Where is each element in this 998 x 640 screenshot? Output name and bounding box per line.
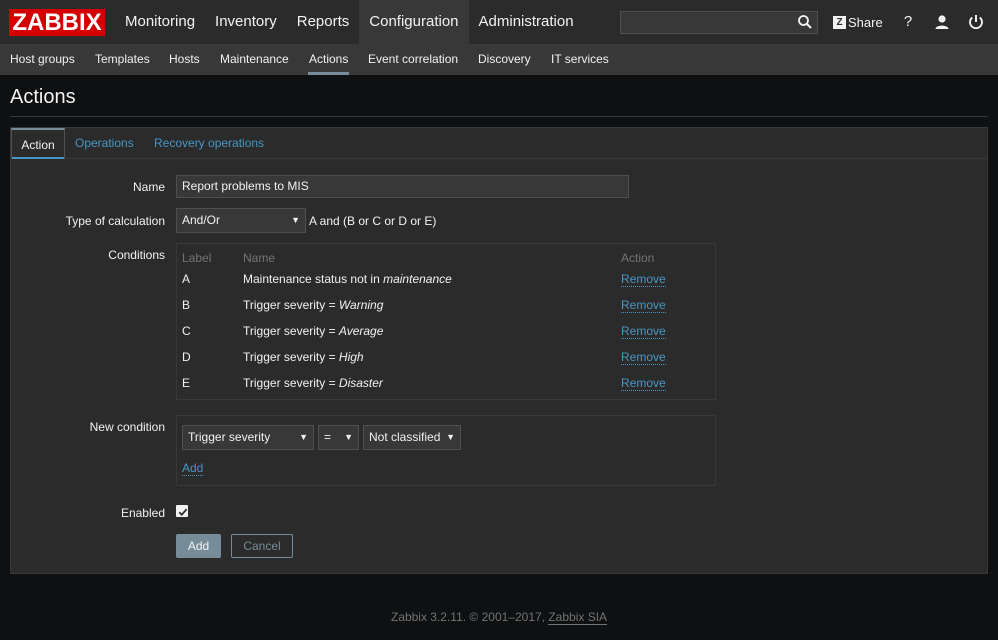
calculation-type-select[interactable]: And/Or ▼ — [176, 208, 306, 233]
submenu-maintenance[interactable]: Maintenance — [220, 44, 289, 75]
conditions-header-action: Action — [621, 251, 655, 265]
new-condition-value-select[interactable]: Not classified ▼ — [363, 425, 461, 450]
calculation-type-value: And/Or — [182, 213, 221, 227]
new-condition-operator-value: = — [324, 430, 332, 444]
menu-configuration[interactable]: Configuration — [359, 0, 469, 44]
remove-condition-link[interactable]: Remove — [621, 376, 666, 391]
new-condition-box: Trigger severity ▼ = ▼ Not classified ▼ … — [176, 415, 716, 486]
submenu-it-services[interactable]: IT services — [551, 44, 609, 75]
tab-operations[interactable]: Operations — [75, 128, 134, 159]
conditions-label: Conditions — [108, 248, 165, 262]
share-icon: Z — [833, 15, 846, 29]
page-footer: Zabbix 3.2.11. © 2001–2017, Zabbix SIA — [0, 610, 998, 625]
remove-condition-link[interactable]: Remove — [621, 298, 666, 313]
menu-monitoring[interactable]: Monitoring — [115, 0, 205, 44]
form-tabs: Action Operations Recovery operations — [11, 128, 987, 159]
new-condition-type-select[interactable]: Trigger severity ▼ — [182, 425, 314, 450]
new-condition-operator-select[interactable]: = ▼ — [318, 425, 359, 450]
cancel-button[interactable]: Cancel — [231, 534, 293, 558]
tab-recovery-operations[interactable]: Recovery operations — [154, 128, 264, 159]
enabled-checkbox[interactable] — [176, 505, 188, 517]
submenu-host-groups[interactable]: Host groups — [10, 44, 75, 75]
chevron-down-icon: ▼ — [291, 215, 300, 225]
chevron-down-icon: ▼ — [344, 432, 353, 442]
menu-reports[interactable]: Reports — [287, 0, 360, 44]
search-input[interactable] — [620, 11, 818, 34]
share-label: Share — [848, 14, 883, 30]
menu-administration[interactable]: Administration — [469, 0, 584, 44]
condition-name: Trigger severity = Average — [243, 324, 384, 338]
title-divider — [10, 116, 988, 117]
add-button[interactable]: Add — [176, 534, 221, 558]
submenu-actions[interactable]: Actions — [307, 44, 350, 75]
name-label: Name — [132, 180, 165, 194]
enabled-label: Enabled — [120, 506, 165, 520]
calculation-type-label: Type of calculation — [65, 214, 165, 228]
sign-out-icon[interactable] — [966, 12, 986, 32]
new-condition-label: New condition — [89, 420, 165, 434]
tab-action[interactable]: Action — [11, 128, 65, 159]
main-menu: Monitoring Inventory Reports Configurati… — [115, 0, 584, 44]
condition-label: E — [182, 376, 191, 390]
new-condition-type-value: Trigger severity — [188, 430, 271, 444]
new-condition-value: Not classified — [369, 430, 441, 444]
top-navigation: ZABBIX Monitoring Inventory Reports Conf… — [0, 0, 998, 44]
condition-name: Trigger severity = Disaster — [243, 376, 383, 390]
calculation-formula: A and (B or C or D or E) — [309, 214, 437, 228]
checkmark-icon — [178, 508, 188, 517]
share-button[interactable]: Z Share — [833, 13, 883, 31]
remove-condition-link[interactable]: Remove — [621, 324, 666, 339]
conditions-header-label: Label — [182, 251, 212, 265]
zabbix-logo[interactable]: ZABBIX — [9, 9, 105, 36]
menu-inventory[interactable]: Inventory — [205, 0, 287, 44]
page-title: Actions — [10, 86, 76, 108]
help-icon[interactable]: ? — [898, 12, 918, 32]
footer-company-link[interactable]: Zabbix SIA — [548, 610, 608, 625]
condition-label: C — [182, 324, 191, 338]
search-icon[interactable] — [796, 13, 814, 31]
remove-condition-link[interactable]: Remove — [621, 350, 666, 365]
chevron-down-icon: ▼ — [299, 432, 308, 442]
condition-name: Trigger severity = High — [243, 350, 364, 364]
condition-label: D — [182, 350, 191, 364]
conditions-header-name: Name — [243, 251, 276, 265]
add-condition-link[interactable]: Add — [182, 461, 204, 476]
sub-navigation: Host groups Templates Hosts Maintenance … — [0, 44, 998, 75]
conditions-table: Label Name Action A Maintenance status n… — [176, 243, 716, 400]
condition-name: Maintenance status not in maintenance — [243, 272, 452, 286]
condition-label: B — [182, 298, 191, 312]
submenu-discovery[interactable]: Discovery — [478, 44, 531, 75]
action-form-panel: Action Operations Recovery operations Na… — [10, 127, 988, 574]
user-profile-icon[interactable] — [932, 12, 952, 32]
footer-version: Zabbix 3.2.11. © 2001–2017, — [390, 610, 549, 624]
submenu-event-correlation[interactable]: Event correlation — [368, 44, 458, 75]
condition-name: Trigger severity = Warning — [243, 298, 384, 312]
submenu-hosts[interactable]: Hosts — [169, 44, 200, 75]
submenu-templates[interactable]: Templates — [95, 44, 150, 75]
remove-condition-link[interactable]: Remove — [621, 272, 666, 287]
chevron-down-icon: ▼ — [446, 432, 455, 442]
condition-label: A — [182, 272, 191, 286]
name-input[interactable]: Report problems to MIS — [176, 175, 629, 198]
